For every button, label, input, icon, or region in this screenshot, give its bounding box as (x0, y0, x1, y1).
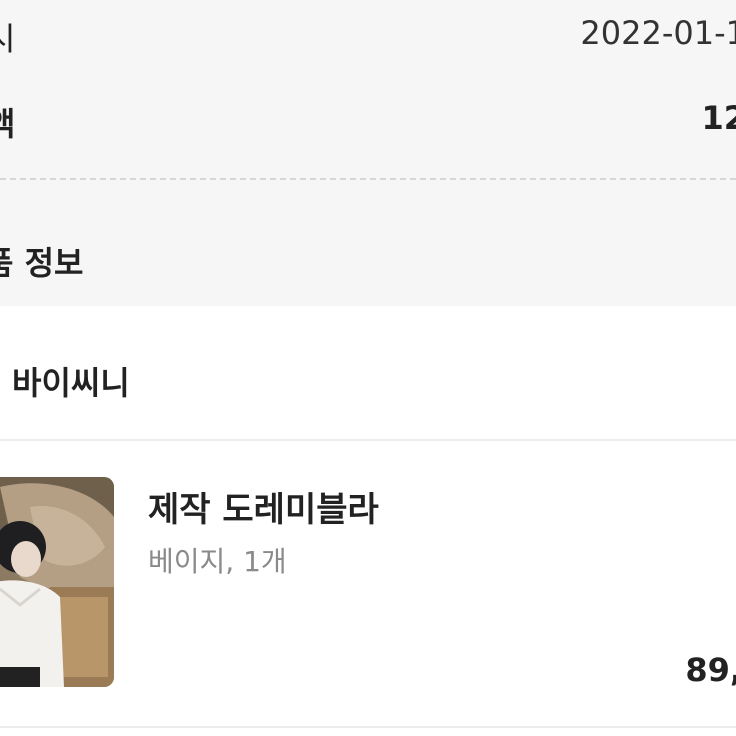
order-price-value: 12 (701, 99, 736, 137)
order-date-label: 시 (0, 20, 16, 58)
section-title: 품 정보 (0, 244, 84, 282)
seller-divider (0, 439, 736, 441)
product-price: 89, (685, 651, 736, 689)
product-photo-icon[interactable] (0, 477, 114, 687)
order-price-row: 액 12 (0, 99, 736, 143)
seller-name[interactable]: 바이씨니 (12, 358, 130, 404)
order-price-label: 액 (0, 105, 16, 143)
product-option: 베이지, 1개 (148, 545, 287, 578)
product-card: 바이씨니 제작 도레미블라 베이지, 1개 89, (0, 306, 736, 736)
bottom-divider (0, 726, 736, 728)
product-name[interactable]: 제작 도레미블라 (148, 482, 379, 531)
dashed-divider (0, 178, 736, 180)
order-date-value: 2022-01-1 (580, 14, 736, 52)
order-date-row: 시 2022-01-1 (0, 14, 736, 58)
